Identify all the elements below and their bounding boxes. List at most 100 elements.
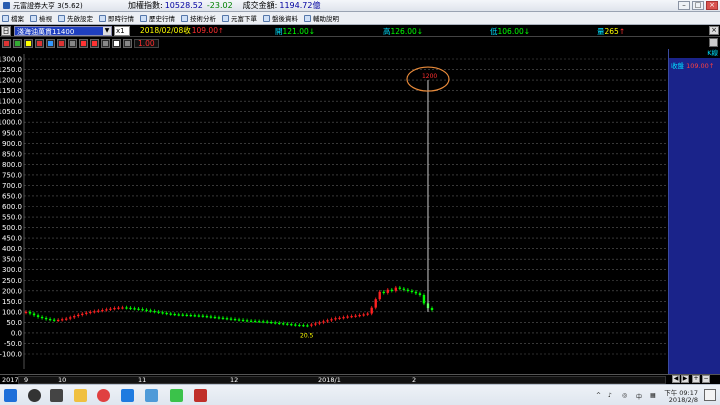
candle-body [386,289,389,293]
chrome-icon[interactable] [97,389,110,402]
chart-tool-icon-2[interactable] [24,38,33,48]
candle-body [93,311,96,313]
candle-body [149,310,152,312]
trading-app-icon[interactable] [194,389,207,402]
toolbar-item-6[interactable]: 元富下單 [222,13,257,23]
chart-tool-icon-8[interactable] [90,38,99,48]
candle-body [245,320,249,322]
toolbar-item-2[interactable]: 先啟設定 [58,13,93,23]
chart-tool-icon-11[interactable] [123,38,132,48]
ie-icon[interactable] [145,389,158,402]
toolbar-item-8[interactable]: 輔助說明 [304,13,339,23]
candle-body [117,307,120,309]
candle-body [394,287,398,291]
date-label: 11 [138,376,147,384]
network-icon[interactable]: ◎ [622,392,627,399]
low-field: 低106.00↓ [490,26,530,37]
language-icon[interactable]: 中 [636,392,642,401]
y-tick-label: 400.0 [2,245,22,253]
edge-icon[interactable] [121,389,134,402]
close-value: 109.00 [191,26,218,35]
candle-body [414,291,418,294]
arrow-up-icon: ↑ [217,26,224,35]
toolbar-item-7[interactable]: 盤後資料 [263,13,298,23]
candle-body [165,312,168,315]
candle-body [253,320,257,323]
candle-body [141,309,144,311]
clock-date[interactable]: 2018/2/8 [669,396,698,404]
candle-body [40,316,44,319]
candle-body [145,309,148,311]
candle-body [334,318,337,320]
toolbar-item-label: 檢視 [39,15,52,23]
chart-tool-glyph [114,40,119,46]
scroll-left-icon[interactable]: ◀ [672,375,680,383]
chart-tool-glyph [26,40,31,46]
start-icon[interactable] [4,389,17,402]
candlestick-chart[interactable]: 1300.0 1250.0 1200.0 1150.0 1100.0 1050.0 1000… [0,49,720,374]
toolbar-item-1[interactable]: 檢視 [30,13,52,23]
chart-tool-icon-5[interactable] [57,38,66,48]
notification-icon[interactable] [704,389,716,401]
zoom-out-icon[interactable]: − [702,375,710,383]
candle-body [77,314,80,317]
candle-body [233,319,237,321]
toolbar-item-4[interactable]: 歷史行情 [140,13,175,23]
chart-tool-icon-0[interactable] [2,38,11,48]
chart-scrollbar[interactable] [18,376,666,384]
y-tick-label: 550.0 [2,214,22,222]
candle-body [129,307,132,310]
maximize-button[interactable]: □ [692,1,704,10]
y-tick-label: 150.0 [2,298,22,306]
chart-tool-icon-10[interactable] [112,38,121,48]
chart-toolbar: 1.00 [0,37,720,49]
zoom-in-icon[interactable]: + [692,375,700,383]
turnover-value: 1194.72億 [279,1,321,10]
speaker-icon[interactable]: ♪ [608,392,612,399]
chart-tool-icon-1[interactable] [13,38,22,48]
chart-tool-icon-6[interactable] [68,38,77,48]
chart-tool-icon-7[interactable] [79,38,88,48]
toolbar-item-icon [30,14,37,22]
y-tick-label: 850.0 [2,150,22,158]
period-select[interactable]: x1 [114,25,130,36]
indicator-row-value: 109.00↑ [686,62,715,70]
line-icon[interactable] [170,389,183,402]
toolbar-item-label: 元富下單 [231,15,257,23]
chart-tool-icon-9[interactable] [101,38,110,48]
period-day-box[interactable]: 日 [1,25,11,36]
toolbar-item-0[interactable]: 檔案 [2,13,24,23]
toggle-panel-icon[interactable] [709,38,718,47]
candle-body [133,308,136,310]
chevron-down-icon[interactable]: ▼ [103,26,111,35]
input-method-icon[interactable]: ▦ [650,392,656,399]
file-explorer-icon[interactable] [74,389,87,402]
y-tick-label: 50.0 [6,319,22,327]
candle-body [28,311,32,314]
close-button[interactable]: × [706,1,718,10]
task-view-icon[interactable] [50,389,63,402]
candle-body [109,308,112,310]
chart-tool-glyph [48,40,53,46]
scroll-right-icon[interactable]: ▶ [681,375,689,383]
stock-select[interactable]: 淺海油萬貫11400 ▼ [14,25,112,36]
candle-body [105,309,108,311]
toolbar-item-5[interactable]: 技術分析 [181,13,216,23]
zoom-ratio-value[interactable]: 1.00 [134,38,159,48]
search-icon[interactable] [28,389,41,402]
toolbar-item-label: 輔助說明 [313,15,339,23]
tray-arrow-icon[interactable]: ^ [596,392,601,399]
chart-tool-icon-4[interactable] [46,38,55,48]
candle-body [326,320,329,322]
y-tick-label: 1000.0 [0,119,22,127]
chart-tool-icon-3[interactable] [35,38,44,48]
minimize-button[interactable]: – [678,1,690,10]
window-controls: – □ × [678,1,718,10]
candle-body [390,289,394,291]
toolbar-item-3[interactable]: 即時行情 [99,13,134,23]
toolbar-item-icon [99,14,106,22]
candle-body [169,313,172,315]
close-panel-button[interactable]: × [709,26,719,35]
candle-body [382,291,385,294]
y-tick-label: 1200.0 [0,77,22,85]
